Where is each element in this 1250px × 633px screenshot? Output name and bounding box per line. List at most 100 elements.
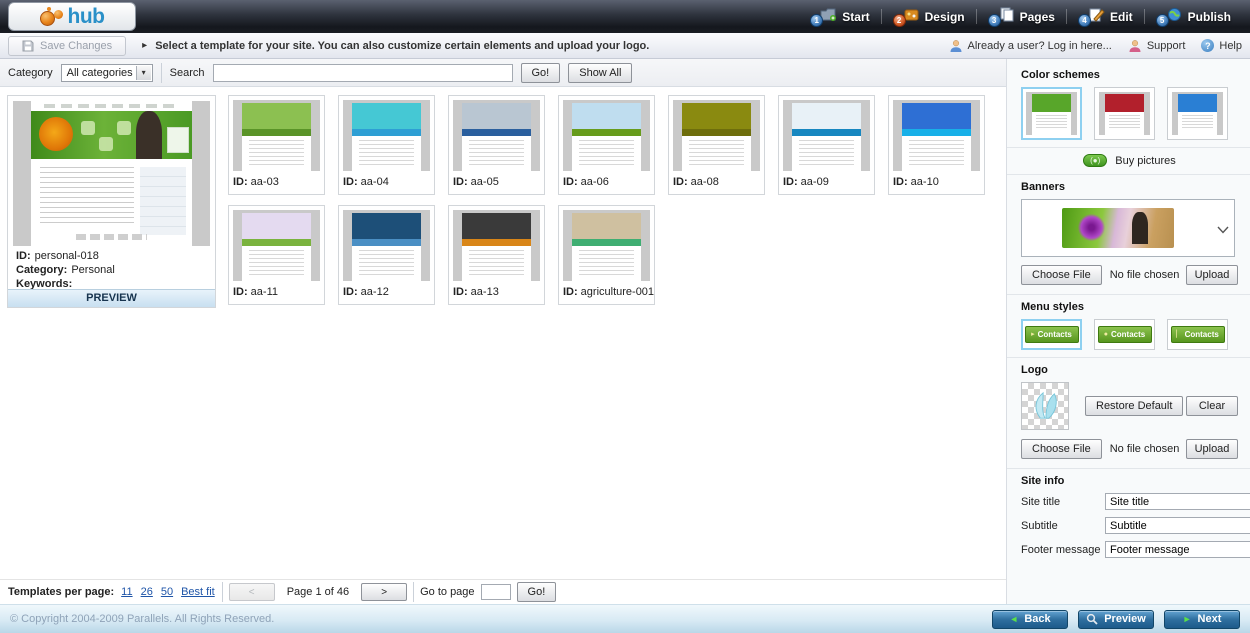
prev-page-button[interactable]: < <box>229 583 275 601</box>
logo-upload-button[interactable]: Upload <box>1186 439 1238 459</box>
search-label: Search <box>170 67 205 79</box>
banner-upload-button[interactable]: Upload <box>1186 265 1238 285</box>
site-title-input[interactable] <box>1105 493 1250 510</box>
hub-logo-text: hub <box>68 6 105 27</box>
goto-page-input[interactable] <box>481 584 511 600</box>
start-icon: 1 <box>810 6 837 27</box>
divider <box>222 582 223 602</box>
template-thumbnail <box>453 210 540 281</box>
template-card[interactable]: ID:aa-09 <box>778 95 875 195</box>
search-go-button[interactable]: Go! <box>521 63 561 83</box>
template-thumbnail <box>673 100 760 171</box>
template-card[interactable]: ID:aa-12 <box>338 205 435 305</box>
featured-id: ID:personal-018 <box>16 249 115 263</box>
template-card[interactable]: ID:aa-10 <box>888 95 985 195</box>
footer-message-input[interactable] <box>1105 541 1250 558</box>
banner-no-file-text: No file chosen <box>1110 269 1186 281</box>
banner-image <box>1062 208 1174 248</box>
template-grid-row: ID:aa-03 ID:aa-04 ID:aa-05 ID:aa-06 ID:a… <box>228 95 985 195</box>
hub-logo[interactable]: hub <box>8 2 136 31</box>
design-icon: 2 <box>893 6 920 27</box>
divider <box>1007 294 1250 295</box>
page-indicator: Page 1 of 46 <box>287 586 349 598</box>
template-card[interactable]: ID:aa-11 <box>228 205 325 305</box>
menu-style-option[interactable]: ●Contacts <box>1094 319 1155 350</box>
help-link[interactable]: ? Help <box>1201 39 1242 52</box>
template-card[interactable]: ID:aa-13 <box>448 205 545 305</box>
template-thumbnail <box>783 100 870 171</box>
featured-template-card[interactable]: ID:personal-018 Category:Personal Keywor… <box>7 95 216 308</box>
search-input[interactable] <box>213 64 513 82</box>
per-page-26[interactable]: 26 <box>141 586 153 598</box>
clear-logo-button[interactable]: Clear <box>1186 396 1238 416</box>
save-icon <box>22 40 34 52</box>
subtitle-label: Subtitle <box>1021 520 1105 532</box>
divider <box>1007 174 1250 175</box>
color-scheme-green[interactable] <box>1021 87 1082 140</box>
template-thumbnail <box>343 100 430 171</box>
color-schemes <box>1021 87 1238 140</box>
goto-go-button[interactable]: Go! <box>517 582 557 602</box>
nav-publish[interactable]: 5 Publish <box>1145 6 1242 27</box>
preview-button-footer[interactable]: Preview <box>1078 610 1154 629</box>
site-title-label: Site title <box>1021 496 1105 508</box>
next-button[interactable]: ► Next <box>1164 610 1240 629</box>
banner-select[interactable] <box>1021 199 1235 257</box>
template-thumbnail <box>563 210 650 281</box>
login-link[interactable]: Already a user? Log in here... <box>949 39 1112 53</box>
template-card[interactable]: ID:aa-04 <box>338 95 435 195</box>
site-info-title: Site info <box>1021 475 1238 487</box>
banner-choose-file-button[interactable]: Choose File <box>1021 265 1102 285</box>
next-arrow-icon: ► <box>1183 615 1192 624</box>
template-card[interactable]: ID:aa-06 <box>558 95 655 195</box>
menu-style-option[interactable]: ▸Contacts <box>1021 319 1082 350</box>
buy-pictures-link[interactable]: (●) Buy pictures <box>1021 154 1238 167</box>
template-card[interactable]: ID:aa-05 <box>448 95 545 195</box>
per-page-50[interactable]: 50 <box>161 586 173 598</box>
buy-pictures-icon: (●) <box>1083 154 1107 167</box>
divider <box>413 582 414 602</box>
back-button[interactable]: ◄ Back <box>992 610 1068 629</box>
footer: © Copyright 2004-2009 Parallels. All Rig… <box>0 604 1250 633</box>
top-navigation: 1 Start 2 Design 3 Pages <box>799 0 1242 33</box>
preview-button[interactable]: PREVIEW <box>8 289 215 307</box>
next-page-button[interactable]: > <box>361 583 407 601</box>
per-page-11[interactable]: 11 <box>121 586 132 598</box>
copyright-text: © Copyright 2004-2009 Parallels. All Rig… <box>10 613 274 625</box>
template-grid-row: ID:aa-11 ID:aa-12 ID:aa-13 ID:agricultur… <box>228 205 655 305</box>
footer-message-label: Footer message <box>1021 544 1105 556</box>
nav-pages[interactable]: 3 Pages <box>977 6 1066 27</box>
logo-no-file-text: No file chosen <box>1110 443 1186 455</box>
template-card[interactable]: ID:aa-08 <box>668 95 765 195</box>
breadcrumb-arrow-icon: ▸ <box>142 40 147 51</box>
toolbar: Save Changes ▸ Select a template for you… <box>0 33 1250 59</box>
color-scheme-blue[interactable] <box>1167 87 1228 140</box>
filter-bar: Category All categories ▾ Search Go! Sho… <box>0 59 1006 87</box>
support-link[interactable]: Support <box>1128 39 1186 53</box>
color-schemes-title: Color schemes <box>1021 69 1238 81</box>
magnifier-icon <box>1086 613 1098 625</box>
logo-thumbnail <box>1021 382 1069 430</box>
goto-page-label: Go to page <box>420 586 474 598</box>
per-page-best-fit[interactable]: Best fit <box>181 586 215 598</box>
nav-design[interactable]: 2 Design <box>882 6 976 27</box>
restore-default-button[interactable]: Restore Default <box>1085 396 1183 416</box>
subtitle-input[interactable] <box>1105 517 1250 534</box>
nav-start[interactable]: 1 Start <box>799 6 880 27</box>
category-select[interactable]: All categories ▾ <box>61 64 153 82</box>
pagination-bar: Templates per page: 11 26 50 Best fit < … <box>0 579 1006 604</box>
logo-choose-file-button[interactable]: Choose File <box>1021 439 1102 459</box>
nav-edit[interactable]: 4 Edit <box>1067 6 1144 27</box>
color-scheme-red[interactable] <box>1094 87 1155 140</box>
menu-styles-title: Menu styles <box>1021 301 1238 313</box>
pages-icon: 3 <box>988 6 1015 27</box>
divider <box>1007 357 1250 358</box>
template-card[interactable]: ID:agriculture-001 <box>558 205 655 305</box>
sitebuilder-window: hub 1 Start 2 Design <box>0 0 1250 633</box>
save-changes-button[interactable]: Save Changes <box>8 36 126 56</box>
template-thumbnail <box>343 210 430 281</box>
template-card[interactable]: ID:aa-03 <box>228 95 325 195</box>
show-all-button[interactable]: Show All <box>568 63 632 83</box>
help-icon: ? <box>1201 39 1214 52</box>
menu-style-option[interactable]: ▏Contacts <box>1167 319 1228 350</box>
